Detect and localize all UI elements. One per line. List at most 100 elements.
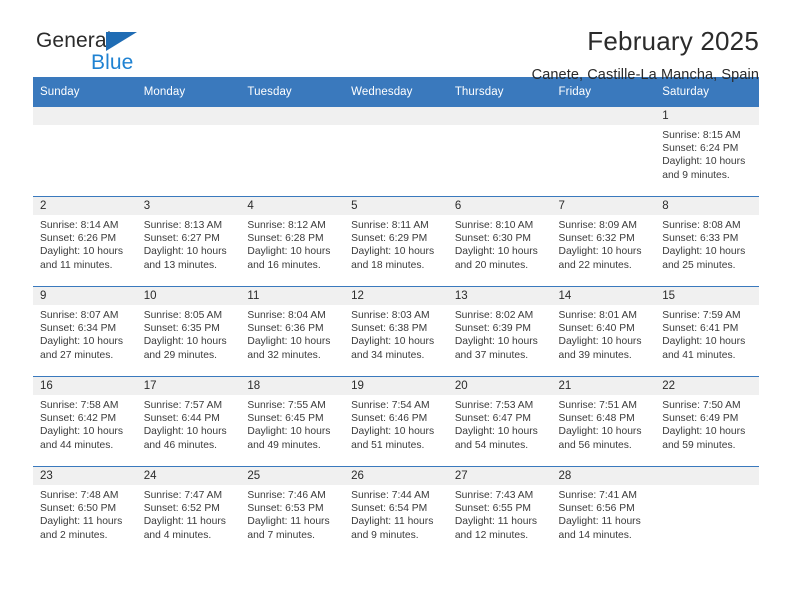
day-number: 15 xyxy=(655,287,759,305)
sunrise-text: Sunrise: 8:08 AM xyxy=(662,220,741,231)
day-number xyxy=(136,107,241,125)
day-box xyxy=(240,107,345,196)
calendar-day-cell[interactable]: 21 Sunrise: 7:51 AM Sunset: 6:48 PM Dayligh… xyxy=(551,376,656,467)
calendar-day-cell[interactable]: 10 Sunrise: 8:05 AM Sunset: 6:35 PM Dayligh… xyxy=(136,286,241,377)
daylight-text: Daylight: 10 hours and 37 minutes. xyxy=(454,336,538,361)
daylight-text: Daylight: 10 hours and 59 minutes. xyxy=(662,426,746,451)
daylight-text: Daylight: 11 hours and 12 minutes. xyxy=(454,516,538,541)
day-number: 23 xyxy=(33,467,137,485)
calendar-day-cell[interactable]: 23 Sunrise: 7:48 AM Sunset: 6:50 PM Dayligh… xyxy=(33,466,137,556)
calendar-day-cell[interactable]: 7 Sunrise: 8:09 AM Sunset: 6:32 PM Daylight… xyxy=(551,196,656,287)
calendar-day-cell[interactable]: 11 Sunrise: 8:04 AM Sunset: 6:36 PM Dayligh… xyxy=(240,286,345,377)
calendar-day-cell[interactable]: 28 Sunrise: 7:41 AM Sunset: 6:56 PM Dayligh… xyxy=(551,466,656,556)
day-number xyxy=(344,107,448,125)
day-box: 5 Sunrise: 8:11 AM Sunset: 6:29 PM Daylight… xyxy=(344,197,448,286)
day-box xyxy=(551,107,656,196)
sunrise-text: Sunrise: 8:01 AM xyxy=(558,310,637,321)
day-number: 24 xyxy=(136,467,241,485)
logo-triangle-icon xyxy=(106,32,137,51)
calendar-day-cell[interactable]: 6 Sunrise: 8:10 AM Sunset: 6:30 PM Daylight… xyxy=(447,196,552,287)
day-details: Sunrise: 8:13 AM Sunset: 6:27 PM Daylight:… xyxy=(137,215,241,272)
day-details: Sunrise: 8:04 AM Sunset: 6:36 PM Daylight:… xyxy=(240,305,344,362)
day-number: 27 xyxy=(447,467,552,485)
sunset-text: Sunset: 6:53 PM xyxy=(247,503,324,515)
daylight-text: Daylight: 11 hours and 9 minutes. xyxy=(351,516,434,541)
sunrise-text: Sunrise: 8:12 AM xyxy=(247,220,326,231)
calendar-day-cell[interactable]: 18 Sunrise: 7:55 AM Sunset: 6:45 PM Dayligh… xyxy=(240,376,345,467)
calendar-day-cell[interactable]: 20 Sunrise: 7:53 AM Sunset: 6:47 PM Dayligh… xyxy=(447,376,552,467)
calendar-day-cell[interactable]: 16 Sunrise: 7:58 AM Sunset: 6:42 PM Dayligh… xyxy=(33,376,137,467)
day-box xyxy=(344,107,448,196)
sunrise-text: Sunrise: 7:47 AM xyxy=(143,490,223,501)
calendar-day-cell[interactable]: 12 Sunrise: 8:03 AM Sunset: 6:38 PM Dayligh… xyxy=(344,286,448,377)
sunset-text: Sunset: 6:34 PM xyxy=(40,323,117,335)
day-box: 8 Sunrise: 8:08 AM Sunset: 6:33 PM Daylight… xyxy=(655,197,759,286)
calendar-week-row: 2 Sunrise: 8:14 AM Sunset: 6:26 PM Daylight… xyxy=(33,196,759,287)
day-details: Sunrise: 8:14 AM Sunset: 6:26 PM Daylight:… xyxy=(33,215,137,272)
calendar-day-cell[interactable]: 8 Sunrise: 8:08 AM Sunset: 6:33 PM Daylight… xyxy=(655,196,759,287)
calendar-day-cell[interactable]: 15 Sunrise: 7:59 AM Sunset: 6:41 PM Dayligh… xyxy=(655,286,759,377)
day-box: 17 Sunrise: 7:57 AM Sunset: 6:44 PM Dayligh… xyxy=(136,377,241,466)
calendar-day-cell[interactable]: 22 Sunrise: 7:50 AM Sunset: 6:49 PM Dayligh… xyxy=(655,376,759,467)
sunrise-text: Sunrise: 7:58 AM xyxy=(40,400,119,411)
daylight-text: Daylight: 10 hours and 56 minutes. xyxy=(558,426,642,451)
daylight-text: Daylight: 10 hours and 18 minutes. xyxy=(351,246,435,271)
daylight-text: Daylight: 10 hours and 9 minutes. xyxy=(662,156,746,181)
day-details: Sunrise: 7:43 AM Sunset: 6:55 PM Daylight:… xyxy=(448,485,552,542)
calendar-day-cell[interactable]: 26 Sunrise: 7:44 AM Sunset: 6:54 PM Dayligh… xyxy=(344,466,448,556)
day-number xyxy=(240,107,345,125)
calendar-day-cell[interactable]: 25 Sunrise: 7:46 AM Sunset: 6:53 PM Dayligh… xyxy=(240,466,345,556)
logo-text-blue: Blue xyxy=(91,51,134,74)
day-details: Sunrise: 7:44 AM Sunset: 6:54 PM Daylight:… xyxy=(344,485,448,542)
daylight-text: Daylight: 11 hours and 2 minutes. xyxy=(40,516,123,541)
sunset-text: Sunset: 6:32 PM xyxy=(558,233,635,245)
day-number xyxy=(447,107,552,125)
calendar-day-cell-empty xyxy=(136,107,241,197)
page-title: February 2025 xyxy=(587,26,759,56)
logo-text-general: General xyxy=(36,29,112,52)
calendar-day-cell[interactable]: 24 Sunrise: 7:47 AM Sunset: 6:52 PM Dayligh… xyxy=(136,466,241,556)
calendar-day-cell-empty xyxy=(33,107,137,197)
sunrise-text: Sunrise: 7:59 AM xyxy=(662,310,741,321)
calendar-day-cell[interactable]: 5 Sunrise: 8:11 AM Sunset: 6:29 PM Daylight… xyxy=(344,196,448,287)
day-box: 24 Sunrise: 7:47 AM Sunset: 6:52 PM Dayligh… xyxy=(136,467,241,556)
general-blue-logo[interactable]: General Blue xyxy=(33,26,173,82)
day-box: 3 Sunrise: 8:13 AM Sunset: 6:27 PM Daylight… xyxy=(136,197,241,286)
sunset-text: Sunset: 6:35 PM xyxy=(143,323,220,335)
daylight-text: Daylight: 10 hours and 27 minutes. xyxy=(40,336,123,361)
calendar-day-cell-empty xyxy=(551,107,656,197)
calendar-day-cell[interactable]: 19 Sunrise: 7:54 AM Sunset: 6:46 PM Dayligh… xyxy=(344,376,448,467)
sunset-text: Sunset: 6:50 PM xyxy=(40,503,117,515)
sunrise-text: Sunrise: 8:07 AM xyxy=(40,310,119,321)
sunset-text: Sunset: 6:52 PM xyxy=(143,503,220,515)
day-box: 22 Sunrise: 7:50 AM Sunset: 6:49 PM Dayligh… xyxy=(655,377,759,466)
sunset-text: Sunset: 6:40 PM xyxy=(558,323,635,335)
sunrise-text: Sunrise: 8:14 AM xyxy=(40,220,119,231)
calendar-day-cell[interactable]: 27 Sunrise: 7:43 AM Sunset: 6:55 PM Dayligh… xyxy=(447,466,552,556)
calendar-day-cell[interactable]: 1 Sunrise: 8:15 AM Sunset: 6:24 PM Daylight… xyxy=(655,107,759,197)
calendar-day-cell[interactable]: 17 Sunrise: 7:57 AM Sunset: 6:44 PM Dayligh… xyxy=(136,376,241,467)
calendar-day-cell[interactable]: 9 Sunrise: 8:07 AM Sunset: 6:34 PM Daylight… xyxy=(33,286,137,377)
page-subtitle: Canete, Castille-La Mancha, Spain xyxy=(531,67,759,83)
day-number: 26 xyxy=(344,467,448,485)
day-details: Sunrise: 8:10 AM Sunset: 6:30 PM Daylight:… xyxy=(448,215,552,272)
calendar-day-cell[interactable]: 13 Sunrise: 8:02 AM Sunset: 6:39 PM Dayligh… xyxy=(447,286,552,377)
calendar-day-cell[interactable]: 14 Sunrise: 8:01 AM Sunset: 6:40 PM Dayligh… xyxy=(551,286,656,377)
day-box: 1 Sunrise: 8:15 AM Sunset: 6:24 PM Daylight… xyxy=(655,107,759,196)
calendar-day-cell[interactable]: 4 Sunrise: 8:12 AM Sunset: 6:28 PM Daylight… xyxy=(240,196,345,287)
daylight-text: Daylight: 10 hours and 25 minutes. xyxy=(662,246,746,271)
day-number: 25 xyxy=(240,467,345,485)
calendar-day-cell[interactable]: 3 Sunrise: 8:13 AM Sunset: 6:27 PM Daylight… xyxy=(136,196,241,287)
sunrise-text: Sunrise: 7:44 AM xyxy=(351,490,430,501)
daylight-text: Daylight: 10 hours and 41 minutes. xyxy=(662,336,746,361)
daylight-text: Daylight: 11 hours and 4 minutes. xyxy=(143,516,226,541)
sunset-text: Sunset: 6:33 PM xyxy=(662,233,739,245)
day-box: 12 Sunrise: 8:03 AM Sunset: 6:38 PM Dayligh… xyxy=(344,287,448,376)
sunrise-text: Sunrise: 8:03 AM xyxy=(351,310,430,321)
page-header: General Blue February 2025 Canete, Casti… xyxy=(33,0,759,83)
day-details: Sunrise: 7:53 AM Sunset: 6:47 PM Daylight:… xyxy=(448,395,552,452)
daylight-text: Daylight: 10 hours and 49 minutes. xyxy=(247,426,331,451)
calendar-day-cell[interactable]: 2 Sunrise: 8:14 AM Sunset: 6:26 PM Daylight… xyxy=(33,196,137,287)
day-box: 6 Sunrise: 8:10 AM Sunset: 6:30 PM Daylight… xyxy=(447,197,552,286)
calendar-day-cell-empty xyxy=(344,107,448,197)
